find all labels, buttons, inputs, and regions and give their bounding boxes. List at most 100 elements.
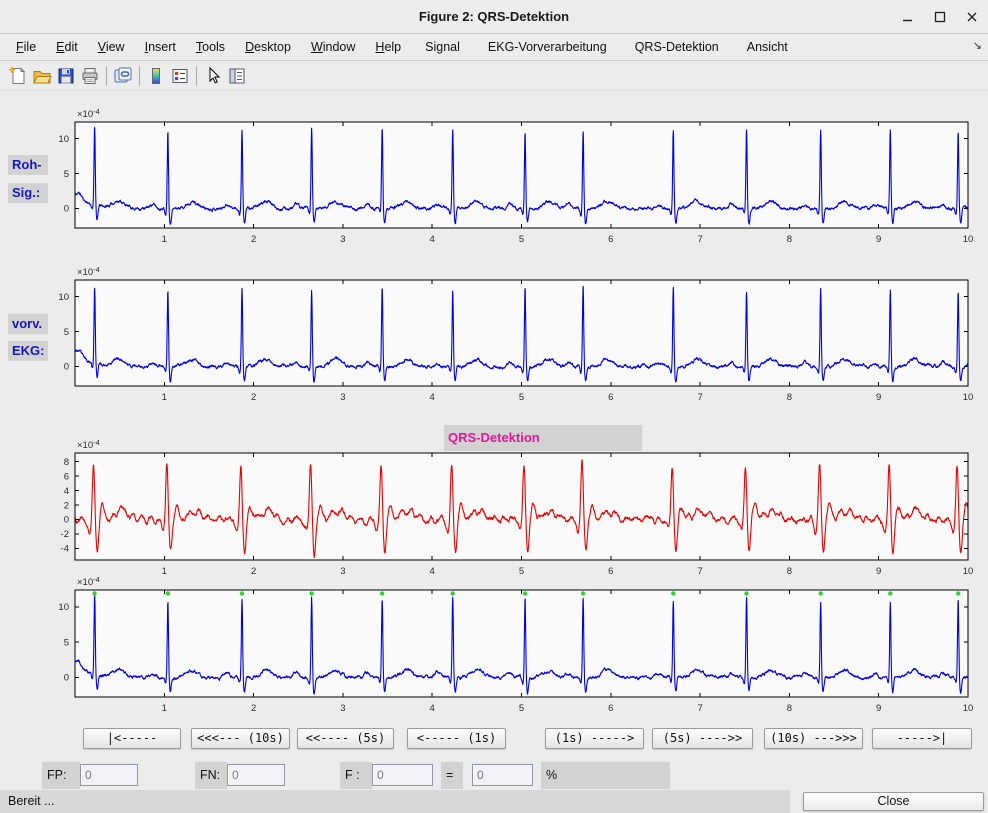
beat-marker — [92, 591, 96, 595]
menu-overflow-icon[interactable]: ↘ — [973, 39, 982, 52]
toolbar-separator — [139, 66, 140, 86]
svg-text:6: 6 — [608, 703, 613, 714]
svg-text:0: 0 — [64, 362, 69, 373]
svg-text:4: 4 — [430, 392, 435, 403]
plot-browser-icon[interactable] — [225, 64, 249, 88]
status-message: Bereit ... — [0, 790, 790, 813]
menu-item-window[interactable]: Window — [301, 36, 365, 58]
preprocessed-ecg-plot: 123456789100510×10-4 — [75, 280, 968, 386]
menu-item-desktop[interactable]: Desktop — [235, 36, 301, 58]
nav-back-10s-button[interactable]: <<<--- (10s) — [191, 728, 290, 749]
svg-text:9: 9 — [876, 234, 881, 245]
menu-item-signal[interactable]: Signal — [411, 36, 474, 58]
menu-item-ekg-vorverarbeitung[interactable]: EKG-Vorverarbeitung — [474, 36, 621, 58]
print-figure-icon[interactable] — [78, 64, 102, 88]
qrs-detection-plot-svg[interactable]: 12345678910-4-202468×10-4 — [30, 437, 988, 588]
raw-signal-plot-svg[interactable]: 123456789100510×10-4 — [30, 106, 988, 256]
svg-text:10: 10 — [58, 602, 69, 613]
svg-text:6: 6 — [64, 471, 69, 482]
menu-item-edit[interactable]: Edit — [46, 36, 88, 58]
insert-legend-icon[interactable] — [168, 64, 192, 88]
svg-text:3: 3 — [340, 392, 345, 403]
save-figure-icon[interactable] — [54, 64, 78, 88]
svg-text:5: 5 — [64, 327, 69, 338]
svg-text:7: 7 — [697, 392, 702, 403]
figure-window: Figure 2: QRS-Detektion FileEditViewInse… — [0, 0, 988, 813]
svg-text:3: 3 — [340, 703, 345, 714]
beat-marker — [523, 591, 527, 595]
minimize-button[interactable] — [900, 9, 916, 25]
detected-beats-plot: 123456789100510×10-4 — [75, 590, 968, 697]
link-plot-icon[interactable] — [111, 64, 135, 88]
nav-fwd-5s-button[interactable]: (5s) ---->> — [652, 728, 753, 749]
svg-text:6: 6 — [608, 392, 613, 403]
detected-beats-plot-svg[interactable]: 123456789100510×10-4 — [30, 574, 988, 725]
percent-input[interactable] — [472, 764, 533, 786]
beat-marker — [309, 591, 313, 595]
insert-colorbar-icon[interactable] — [144, 64, 168, 88]
nav-back-1s-button[interactable]: <----- (1s) — [407, 728, 506, 749]
toolbar — [0, 62, 988, 91]
menu-item-ansicht[interactable]: Ansicht — [733, 36, 802, 58]
maximize-button[interactable] — [932, 9, 948, 25]
beat-marker — [956, 591, 960, 595]
open-file-icon[interactable] — [30, 64, 54, 88]
minimize-icon — [901, 10, 915, 24]
svg-text:8: 8 — [787, 392, 792, 403]
qrs-detection-plot: 12345678910-4-202468×10-4 — [75, 453, 968, 560]
svg-text:7: 7 — [697, 234, 702, 245]
new-figure-icon[interactable] — [6, 64, 30, 88]
toolbar-separator — [106, 66, 107, 86]
svg-text:8: 8 — [64, 457, 69, 468]
menu-item-file[interactable]: File — [6, 36, 46, 58]
svg-text:1: 1 — [162, 703, 167, 714]
menubar: FileEditViewInsertToolsDesktopWindowHelp… — [0, 34, 988, 61]
svg-text:×10-4: ×10-4 — [77, 265, 100, 278]
svg-text:5: 5 — [519, 703, 524, 714]
svg-text:10: 10 — [963, 392, 974, 403]
titlebar: Figure 2: QRS-Detektion — [0, 0, 988, 34]
f-input[interactable] — [372, 764, 433, 786]
svg-text:-4: -4 — [61, 544, 69, 555]
nav-jump-start-button[interactable]: |<----- — [83, 728, 181, 749]
window-controls — [900, 0, 980, 33]
menu-item-tools[interactable]: Tools — [186, 36, 235, 58]
beat-marker — [888, 591, 892, 595]
percent-label: % — [541, 762, 670, 789]
svg-text:4: 4 — [430, 234, 435, 245]
svg-text:5: 5 — [519, 392, 524, 403]
fn-input[interactable] — [227, 764, 285, 786]
menu-item-insert[interactable]: Insert — [135, 36, 186, 58]
svg-text:1: 1 — [162, 234, 167, 245]
f-label: F : — [340, 762, 372, 789]
fn-label: FN: — [195, 762, 227, 789]
nav-jump-end-button[interactable]: ----->| — [872, 728, 972, 749]
svg-text:0: 0 — [64, 673, 69, 684]
edit-plot-icon[interactable] — [201, 64, 225, 88]
nav-fwd-1s-button[interactable]: (1s) -----> — [545, 728, 644, 749]
nav-back-5s-button[interactable]: <<---- (5s) — [297, 728, 394, 749]
raw-signal-plot: 123456789100510×10-4 — [75, 122, 968, 228]
svg-text:-2: -2 — [61, 529, 69, 540]
svg-text:4: 4 — [430, 703, 435, 714]
svg-text:×10-4: ×10-4 — [77, 107, 100, 120]
beat-marker — [166, 591, 170, 595]
toolbar-separator — [196, 66, 197, 86]
svg-text:9: 9 — [876, 392, 881, 403]
svg-text:6: 6 — [608, 234, 613, 245]
svg-text:10: 10 — [58, 292, 69, 303]
svg-text:10: 10 — [963, 234, 974, 245]
nav-fwd-10s-button[interactable]: (10s) --->>> — [764, 728, 863, 749]
svg-text:0: 0 — [64, 515, 69, 526]
fp-input[interactable] — [80, 764, 138, 786]
menu-item-view[interactable]: View — [88, 36, 135, 58]
close-button[interactable]: Close — [803, 792, 984, 811]
svg-text:5: 5 — [64, 169, 69, 180]
beat-marker — [451, 591, 455, 595]
svg-text:2: 2 — [251, 392, 256, 403]
close-window-button[interactable] — [964, 9, 980, 25]
preprocessed-ecg-plot-svg[interactable]: 1 2 3 4 5 6 7 8 9 10 0 5 10 ×10-4 — [30, 264, 988, 414]
menu-item-qrs-detektion[interactable]: QRS-Detektion — [621, 36, 733, 58]
menu-item-help[interactable]: Help — [365, 36, 411, 58]
svg-text:1: 1 — [162, 392, 167, 403]
